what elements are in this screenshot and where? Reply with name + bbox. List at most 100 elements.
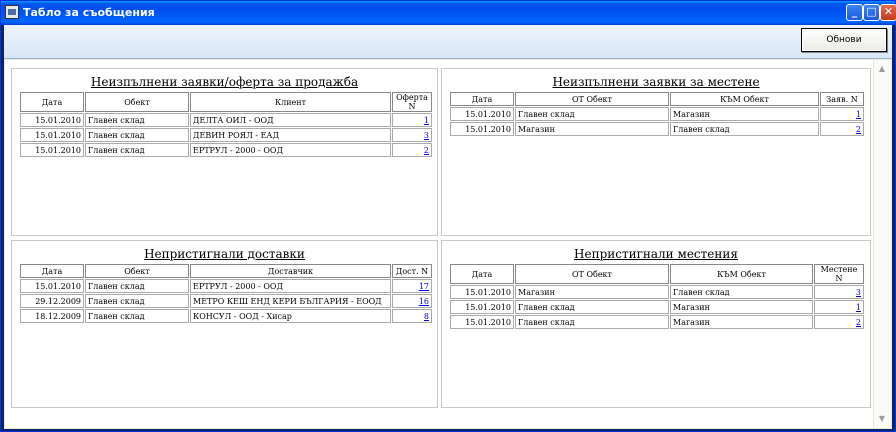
- col-header-client: Клиент: [190, 92, 391, 112]
- transfer-number-link[interactable]: 3: [814, 285, 864, 299]
- cell-object: Главен склад: [85, 113, 189, 127]
- cell-object: Главен склад: [85, 309, 189, 323]
- col-header-date: Дата: [20, 92, 84, 112]
- offer-number-link[interactable]: 2: [392, 143, 432, 157]
- col-header-number: Оферта N: [392, 92, 432, 112]
- offer-number-link[interactable]: 3: [392, 128, 432, 142]
- close-icon: ✕: [883, 5, 894, 18]
- vertical-scrollbar[interactable]: ▲ ▼: [873, 60, 891, 428]
- col-header-supplier: Доставчик: [190, 264, 391, 278]
- transfer-number-link[interactable]: 2: [814, 315, 864, 329]
- cell-to-object: Главен склад: [670, 122, 819, 136]
- cell-client: ЕРТРУЛ - 2000 - ООД: [190, 143, 391, 157]
- cell-client: ДЕВИН РОЯЛ - ЕАД: [190, 128, 391, 142]
- chevron-up-icon[interactable]: ▲: [876, 63, 888, 75]
- cell-date: 29.12.2009: [20, 294, 84, 308]
- table-row: 15.01.2010 Магазин Главен склад 3: [450, 285, 864, 299]
- table-row: 15.01.2010 Главен склад Магазин 1: [450, 107, 864, 121]
- chevron-down-icon[interactable]: ▼: [876, 413, 888, 425]
- refresh-button[interactable]: Обнови: [801, 28, 887, 52]
- col-header-number: Заяв. N: [820, 92, 864, 106]
- table-row: 15.01.2010 Главен склад ЕРТРУЛ - 2000 - …: [20, 279, 432, 293]
- minimize-icon: _: [851, 5, 858, 18]
- maximize-button[interactable]: □: [863, 4, 880, 21]
- cell-to-object: Магазин: [670, 300, 813, 314]
- table-header-row: Дата Обект Клиент Оферта N: [20, 92, 432, 112]
- table-row: 15.01.2010 Главен склад ДЕВИН РОЯЛ - ЕАД…: [20, 128, 432, 142]
- transfer-number-link[interactable]: 1: [814, 300, 864, 314]
- col-header-to-object: КЪМ Обект: [670, 92, 819, 106]
- table-header-row: Дата ОТ Обект КЪМ Обект Местене N: [450, 264, 864, 284]
- panel-pending-sales-orders: Неизпълнени заявки/оферта за продажба Да…: [11, 68, 438, 236]
- cell-date: 15.01.2010: [450, 285, 514, 299]
- col-header-from-object: ОТ Обект: [515, 264, 669, 284]
- pending-deliveries-table: Дата Обект Доставчик Дост. N 15.01.2010 …: [19, 263, 433, 324]
- table-header-row: Дата ОТ Обект КЪМ Обект Заяв. N: [450, 92, 864, 106]
- minimize-button[interactable]: _: [846, 4, 863, 21]
- cell-from-object: Главен склад: [515, 107, 669, 121]
- table-row: 29.12.2009 Главен склад МЕТРО КЕШ ЕНД КЕ…: [20, 294, 432, 308]
- cell-date: 15.01.2010: [450, 315, 514, 329]
- cell-date: 18.12.2009: [20, 309, 84, 323]
- delivery-number-link[interactable]: 17: [392, 279, 432, 293]
- cell-date: 15.01.2010: [20, 128, 84, 142]
- cell-from-object: Магазин: [515, 122, 669, 136]
- app-icon[interactable]: [5, 5, 19, 19]
- cell-to-object: Главен склад: [670, 285, 813, 299]
- client-area: Обнови Неизпълнени заявки/оферта за прод…: [4, 25, 892, 429]
- cell-date: 15.01.2010: [20, 113, 84, 127]
- col-header-date: Дата: [450, 92, 514, 106]
- delivery-number-link[interactable]: 16: [392, 294, 432, 308]
- table-row: 15.01.2010 Главен склад Магазин 1: [450, 300, 864, 314]
- cell-object: Главен склад: [85, 128, 189, 142]
- cell-from-object: Главен склад: [515, 315, 669, 329]
- dashboard-content: Неизпълнени заявки/оферта за продажба Да…: [5, 60, 891, 428]
- col-header-number: Местене N: [814, 264, 864, 284]
- cell-date: 15.01.2010: [450, 122, 514, 136]
- table-row: 18.12.2009 Главен склад КОНСУЛ - ООД - Х…: [20, 309, 432, 323]
- window-title: Табло за съобщения: [23, 6, 155, 19]
- cell-from-object: Главен склад: [515, 300, 669, 314]
- cell-supplier: КОНСУЛ - ООД - Хисар: [190, 309, 391, 323]
- panel-title: Непристигнали доставки: [144, 247, 305, 261]
- request-number-link[interactable]: 2: [820, 122, 864, 136]
- cell-date: 15.01.2010: [450, 107, 514, 121]
- offer-number-link[interactable]: 1: [392, 113, 432, 127]
- cell-supplier: МЕТРО КЕШ ЕНД КЕРИ БЪЛГАРИЯ - ЕООД: [190, 294, 391, 308]
- title-bar[interactable]: Табло за съобщения _ □ ✕: [1, 1, 896, 25]
- maximize-icon: □: [866, 5, 877, 18]
- col-header-date: Дата: [450, 264, 514, 284]
- pending-sales-table: Дата Обект Клиент Оферта N 15.01.2010 Гл…: [19, 91, 433, 158]
- panel-title: Непристигнали местения: [574, 247, 738, 261]
- panel-pending-transfers: Непристигнали местения Дата ОТ Обект КЪМ…: [441, 240, 871, 408]
- col-header-date: Дата: [20, 264, 84, 278]
- col-header-object: Обект: [85, 264, 189, 278]
- col-header-object: Обект: [85, 92, 189, 112]
- panel-pending-transfer-requests: Неизпълнени заявки за местене Дата ОТ Об…: [441, 68, 871, 236]
- cell-supplier: ЕРТРУЛ - 2000 - ООД: [190, 279, 391, 293]
- table-header-row: Дата Обект Доставчик Дост. N: [20, 264, 432, 278]
- request-number-link[interactable]: 1: [820, 107, 864, 121]
- toolbar: Обнови: [4, 25, 892, 59]
- app-window: Табло за съобщения _ □ ✕ Обнови Неизпълн…: [0, 0, 896, 432]
- col-header-to-object: КЪМ Обект: [670, 264, 813, 284]
- pending-transfers-table: Дата ОТ Обект КЪМ Обект Местене N 15.01.…: [449, 263, 865, 330]
- table-row: 15.01.2010 Главен склад ЕРТРУЛ - 2000 - …: [20, 143, 432, 157]
- col-header-from-object: ОТ Обект: [515, 92, 669, 106]
- table-row: 15.01.2010 Магазин Главен склад 2: [450, 122, 864, 136]
- cell-client: ДЕЛТА ОИЛ - ООД: [190, 113, 391, 127]
- delivery-number-link[interactable]: 8: [392, 309, 432, 323]
- cell-to-object: Магазин: [670, 315, 813, 329]
- table-row: 15.01.2010 Главен склад ДЕЛТА ОИЛ - ООД …: [20, 113, 432, 127]
- cell-date: 15.01.2010: [20, 143, 84, 157]
- cell-from-object: Магазин: [515, 285, 669, 299]
- cell-object: Главен склад: [85, 294, 189, 308]
- col-header-number: Дост. N: [392, 264, 432, 278]
- panel-pending-deliveries: Непристигнали доставки Дата Обект Достав…: [11, 240, 438, 408]
- cell-date: 15.01.2010: [450, 300, 514, 314]
- cell-object: Главен склад: [85, 279, 189, 293]
- close-button[interactable]: ✕: [880, 4, 896, 21]
- pending-transfer-requests-table: Дата ОТ Обект КЪМ Обект Заяв. N 15.01.20…: [449, 91, 865, 137]
- cell-object: Главен склад: [85, 143, 189, 157]
- cell-date: 15.01.2010: [20, 279, 84, 293]
